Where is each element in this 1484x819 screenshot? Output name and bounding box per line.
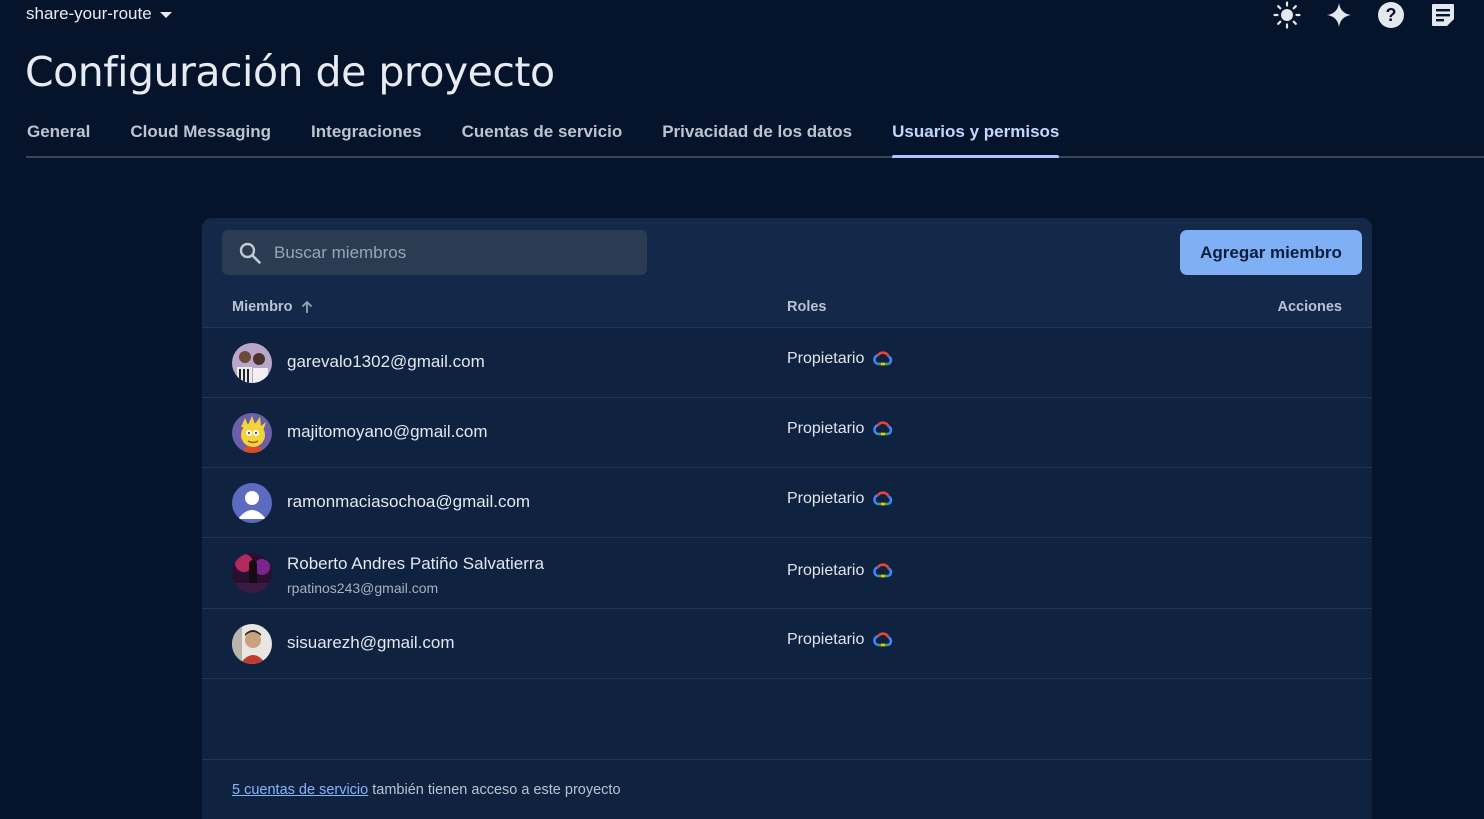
column-header-roles: Roles [787,299,827,315]
avatar [232,483,272,523]
role-label: Propietario [787,562,865,579]
column-header-actions: Acciones [1277,299,1342,315]
member-role: Propietario [787,631,893,649]
google-cloud-icon [873,491,893,506]
member-role: Propietario [787,420,893,438]
sort-arrow-up-icon [302,300,313,313]
table-row: Roberto Andres Patiño Salvatierra rpatin… [202,538,1372,609]
table-row: majitomoyano@gmail.com Propietario [202,398,1372,468]
members-panel: Agregar miembro Miembro Roles Acciones g… [202,218,1372,819]
top-icons: ? [1272,1,1458,29]
members-toolbar: Agregar miembro [202,218,1372,288]
tab-cuentas-de-servicio[interactable]: Cuentas de servicio [462,114,623,156]
settings-tabs: General Cloud Messaging Integraciones Cu… [26,114,1484,158]
svg-text:?: ? [1386,5,1397,25]
member-email: ramonmaciasochoa@gmail.com [287,492,531,511]
notes-icon[interactable] [1428,1,1458,29]
member-role: Propietario [787,350,893,368]
role-label: Propietario [787,490,865,507]
avatar [232,624,272,664]
service-accounts-note: 5 cuentas de servicio también tienen acc… [202,759,1372,819]
tab-general[interactable]: General [27,114,90,156]
page-title: Configuración de proyecto [25,48,555,96]
chevron-down-icon [159,12,172,18]
member-role: Propietario [787,490,893,508]
member-email: majitomoyano@gmail.com [287,422,488,441]
google-cloud-icon [873,563,893,578]
role-label: Propietario [787,420,865,437]
theme-brightness-icon[interactable] [1272,1,1302,29]
member-role: Propietario [787,562,893,580]
table-row: ramonmaciasochoa@gmail.com Propietario [202,468,1372,538]
avatar [232,343,272,383]
search-input[interactable] [274,242,634,263]
add-member-button[interactable]: Agregar miembro [1180,230,1362,275]
search-icon [239,242,261,264]
member-name: Roberto Andres Patiño Salvatierra [287,554,545,573]
help-icon[interactable]: ? [1376,1,1406,29]
tab-cloud-messaging[interactable]: Cloud Messaging [130,114,271,156]
google-cloud-icon [873,421,893,436]
gemini-sparkle-icon[interactable] [1324,1,1354,29]
tab-privacidad-de-los-datos[interactable]: Privacidad de los datos [662,114,852,156]
table-row: sisuarezh@gmail.com Propietario [202,609,1372,679]
project-switcher[interactable]: share-your-route [26,4,172,24]
table-header: Miembro Roles Acciones [202,288,1372,328]
project-name: share-your-route [26,4,152,23]
google-cloud-icon [873,351,893,366]
member-email: rpatinos243@gmail.com [287,580,439,596]
avatar [232,413,272,453]
member-email: sisuarezh@gmail.com [287,633,455,652]
avatar [232,553,272,593]
service-accounts-text: también tienen acceso a este proyecto [368,782,621,798]
table-row: garevalo1302@gmail.com Propietario [202,328,1372,398]
tab-integraciones[interactable]: Integraciones [311,114,422,156]
column-header-member-label: Miembro [232,299,293,315]
google-cloud-icon [873,632,893,647]
member-email: garevalo1302@gmail.com [287,352,485,371]
top-bar: share-your-route ? [0,0,1484,30]
service-accounts-link[interactable]: 5 cuentas de servicio [232,782,368,798]
column-header-member[interactable]: Miembro [232,299,314,315]
tab-usuarios-y-permisos[interactable]: Usuarios y permisos [892,114,1060,158]
role-label: Propietario [787,631,865,648]
role-label: Propietario [787,350,865,367]
search-box[interactable] [222,230,647,275]
